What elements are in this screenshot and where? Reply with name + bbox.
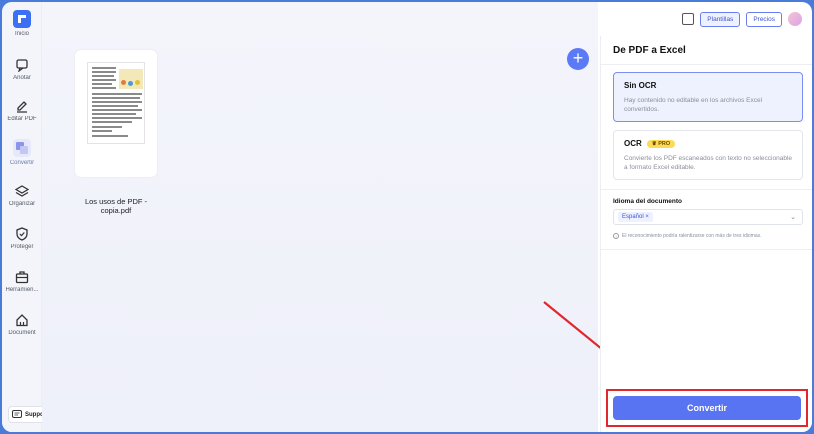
option-description: Convierte los PDF escaneados con texto n… <box>624 155 793 171</box>
app-window: Inicio Anotar Editar PDF Convertir Organ… <box>2 2 812 432</box>
option-description: Hay contenido no editable en los archivo… <box>624 97 763 113</box>
divider <box>601 249 812 250</box>
info-icon: ! <box>613 233 619 239</box>
file-card[interactable]: Los usos de PDF - copia.pdf <box>75 50 157 215</box>
sidebar-item-herramientas[interactable]: Herramien... <box>2 270 42 293</box>
sidebar: Inicio Anotar Editar PDF Convertir Organ… <box>2 2 42 432</box>
thumbnail-image <box>119 69 143 89</box>
sidebar-item-proteger[interactable]: Proteger <box>2 227 42 250</box>
download-icon[interactable] <box>682 13 695 25</box>
app-logo-icon <box>13 10 31 28</box>
sidebar-item-organizar[interactable]: Organizar <box>2 184 42 207</box>
language-select[interactable]: Español × ⌄ <box>613 209 803 225</box>
chat-support-icon <box>12 410 22 418</box>
sidebar-item-editar[interactable]: Editar PDF <box>2 99 42 122</box>
convert-button[interactable]: Convertir <box>613 396 801 420</box>
sidebar-item-label: Document <box>8 330 36 336</box>
file-workspace: Los usos de PDF - copia.pdf + <box>42 2 646 432</box>
pdf-thumbnail <box>87 62 145 144</box>
crown-icon: ♛ <box>651 140 657 147</box>
avatar[interactable] <box>788 12 802 26</box>
templates-button[interactable]: Plantillas <box>700 11 741 27</box>
top-bar: Plantillas Precios <box>682 2 812 36</box>
edit-icon <box>17 101 27 113</box>
option-ocr[interactable]: OCR ♛ PRO Convierte los PDF escaneados c… <box>613 130 803 180</box>
language-note: ! El reconocimiento podría ralentizarse … <box>613 233 762 239</box>
annotate-icon <box>16 59 28 72</box>
divider <box>601 64 812 65</box>
sidebar-item-convertir[interactable]: Convertir <box>2 139 42 166</box>
sidebar-item-inicio[interactable]: Inicio <box>2 10 42 37</box>
sidebar-item-label: Editar PDF <box>7 116 37 122</box>
conversion-panel: De PDF a Excel Sin OCR Hay contenido no … <box>600 36 812 432</box>
convert-icon <box>16 142 28 154</box>
sidebar-item-label: Inicio <box>14 31 29 37</box>
panel-title: De PDF a Excel <box>613 45 686 56</box>
house-icon <box>16 314 28 327</box>
sidebar-item-label: Anotar <box>13 75 31 81</box>
note-text: El reconocimiento podría ralentizarse co… <box>622 233 762 239</box>
divider <box>601 189 812 190</box>
layers-icon <box>15 185 29 197</box>
tools-icon <box>15 271 29 284</box>
highlight-box: Convertir <box>606 389 808 427</box>
sidebar-item-label: Herramien... <box>5 287 39 293</box>
language-label: Idioma del documento <box>613 198 682 205</box>
pro-badge: ♛ PRO <box>646 139 676 148</box>
sidebar-item-anotar[interactable]: Anotar <box>2 58 42 81</box>
shield-icon <box>16 227 28 241</box>
pricing-button[interactable]: Precios <box>746 11 782 27</box>
language-chip[interactable]: Español × <box>618 212 653 222</box>
file-name: Los usos de PDF - copia.pdf <box>84 197 148 215</box>
sidebar-item-label: Organizar <box>8 201 36 207</box>
sidebar-item-document[interactable]: Document <box>2 313 42 336</box>
chevron-down-icon: ⌄ <box>790 214 796 221</box>
sidebar-item-label: Convertir <box>9 160 35 166</box>
option-title: Sin OCR <box>624 81 657 90</box>
add-file-button[interactable]: + <box>567 48 589 70</box>
option-title: OCR <box>624 139 642 148</box>
sidebar-item-label: Proteger <box>10 244 34 250</box>
option-no-ocr[interactable]: Sin OCR Hay contenido no editable en los… <box>613 72 803 122</box>
